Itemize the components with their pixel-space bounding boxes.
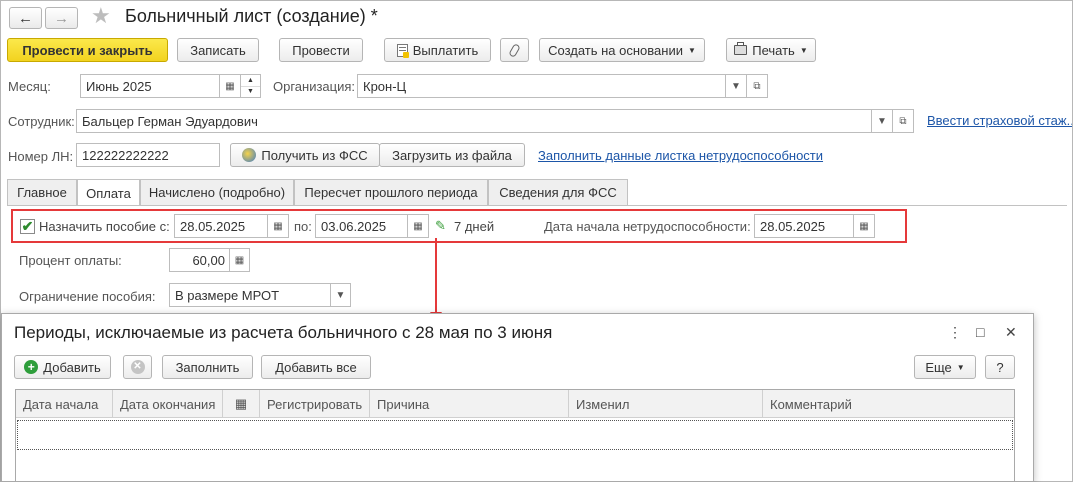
month-field[interactable]: Июнь 2025 (80, 74, 220, 98)
column-reason[interactable]: Причина (370, 390, 569, 418)
arrow-up-icon[interactable]: ▲ (241, 75, 260, 87)
days-count: 7 дней (454, 219, 495, 234)
month-label: Месяц: (8, 79, 51, 94)
percent-field[interactable]: 60,00 (169, 248, 230, 272)
close-icon[interactable]: ✕ (1005, 324, 1017, 341)
dialog-title: Периоды, исключаемые из расчета больничн… (14, 323, 553, 342)
tab-fss-info[interactable]: Сведения для ФСС (488, 179, 628, 205)
get-from-fss-button[interactable]: Получить из ФСС (230, 143, 380, 167)
chevron-down-icon[interactable]: ▼ (330, 283, 351, 307)
fill-sick-leave-link[interactable]: Заполнить данные листка нетрудоспособнос… (538, 148, 823, 163)
tab-accrued-detailed[interactable]: Начислено (подробно) (140, 179, 294, 205)
arrow-down-icon[interactable]: ▼ (241, 87, 260, 98)
create-based-label: Создать на основании (548, 42, 683, 58)
more-vertical-icon[interactable]: ⋮ (948, 324, 962, 341)
document-icon (396, 43, 409, 58)
insurance-experience-link[interactable]: Ввести страховой стаж... (927, 113, 1072, 128)
favorite-star-icon[interactable]: ★ (91, 3, 111, 29)
organization-field[interactable]: Крон-Ц (357, 74, 726, 98)
open-icon[interactable]: ⧉ (892, 109, 914, 133)
benefit-from-date[interactable]: 28.05.2025 (174, 214, 268, 238)
attach-button[interactable] (500, 38, 529, 62)
chevron-down-icon: ▼ (799, 45, 808, 55)
column-calendar-icon[interactable]: ▦ (223, 390, 260, 418)
get-from-fss-label: Получить из ФСС (261, 147, 368, 163)
page-title: Больничный лист (создание) * (125, 6, 378, 26)
column-start-date[interactable]: Дата начала (16, 390, 113, 418)
delete-icon: ✕ (130, 360, 145, 374)
pay-label: Выплатить (412, 42, 479, 58)
back-button[interactable]: ← (9, 7, 42, 29)
excluded-periods-dialog: Периоды, исключаемые из расчета больничн… (1, 313, 1034, 482)
calculator-icon[interactable]: ▦ (229, 248, 250, 272)
chevron-down-icon: ▼ (687, 45, 696, 55)
benefit-to-date[interactable]: 03.06.2025 (315, 214, 408, 238)
forward-button[interactable]: → (45, 7, 78, 29)
assign-benefit-label: Назначить пособие с: (39, 219, 170, 234)
incapacity-start-label: Дата начала нетрудоспособности: (544, 219, 751, 234)
column-end-date[interactable]: Дата окончания (113, 390, 223, 418)
open-icon[interactable]: ⧉ (746, 74, 768, 98)
paperclip-icon (508, 42, 521, 58)
tab-main[interactable]: Главное (7, 179, 77, 205)
save-button[interactable]: Записать (177, 38, 259, 62)
load-from-file-button[interactable]: Загрузить из файла (379, 143, 525, 167)
benefit-limit-label: Ограничение пособия: (19, 289, 156, 304)
column-comment[interactable]: Комментарий (763, 390, 1014, 418)
ln-number-label: Номер ЛН: (8, 149, 74, 164)
employee-field[interactable]: Бальцер Герман Эдуардович (76, 109, 872, 133)
pay-button[interactable]: Выплатить (384, 38, 491, 62)
print-button[interactable]: Печать ▼ (726, 38, 816, 62)
calendar-icon[interactable]: ▦ (267, 214, 289, 238)
delete-button[interactable]: ✕ (123, 355, 152, 379)
periods-table: Дата начала Дата окончания ▦ Регистриров… (15, 389, 1015, 482)
month-stepper[interactable]: ▲ ▼ (240, 74, 261, 98)
post-button[interactable]: Провести (279, 38, 363, 62)
pencil-icon[interactable]: ✎ (435, 218, 446, 234)
annotation-arrow (435, 238, 437, 314)
tab-divider (7, 205, 1067, 206)
tab-recalculation[interactable]: Пересчет прошлого периода (294, 179, 488, 205)
fill-button[interactable]: Заполнить (162, 355, 253, 379)
organization-label: Организация: (273, 79, 356, 94)
assign-benefit-checkbox[interactable]: ✔ (20, 218, 35, 234)
maximize-icon[interactable]: □ (976, 324, 984, 340)
arrow-left-icon: ← (18, 9, 33, 27)
chevron-down-icon[interactable]: ▼ (871, 109, 893, 133)
column-register[interactable]: Регистрировать (260, 390, 370, 418)
calendar-icon[interactable]: ▦ (219, 74, 241, 98)
create-based-on-button[interactable]: Создать на основании ▼ (539, 38, 705, 62)
to-label: по: (294, 219, 312, 234)
print-label: Печать (752, 42, 795, 58)
arrow-right-icon: → (54, 9, 69, 27)
fss-icon (242, 148, 257, 162)
post-and-close-button[interactable]: Провести и закрыть (7, 38, 168, 62)
add-all-button[interactable]: Добавить все (261, 355, 371, 379)
more-label: Еще (925, 359, 952, 375)
add-label: Добавить (43, 359, 101, 375)
percent-label: Процент оплаты: (19, 253, 122, 268)
table-header: Дата начала Дата окончания ▦ Регистриров… (16, 390, 1014, 418)
table-row[interactable] (17, 420, 1013, 450)
help-button[interactable]: ? (985, 355, 1015, 379)
printer-icon (734, 42, 748, 55)
ln-number-field[interactable]: 122222222222 (76, 143, 220, 167)
incapacity-start-date[interactable]: 28.05.2025 (754, 214, 854, 238)
more-button[interactable]: Еще ▼ (914, 355, 976, 379)
calendar-icon[interactable]: ▦ (407, 214, 429, 238)
benefit-limit-select[interactable]: В размере МРОТ (169, 283, 331, 307)
employee-label: Сотрудник: (8, 114, 75, 129)
column-changed-by[interactable]: Изменил (569, 390, 763, 418)
add-icon: + (24, 360, 39, 374)
chevron-down-icon[interactable]: ▼ (725, 74, 747, 98)
tab-payment[interactable]: Оплата (77, 179, 140, 206)
chevron-down-icon: ▼ (956, 362, 965, 372)
calendar-icon[interactable]: ▦ (853, 214, 875, 238)
add-button[interactable]: + Добавить (14, 355, 111, 379)
